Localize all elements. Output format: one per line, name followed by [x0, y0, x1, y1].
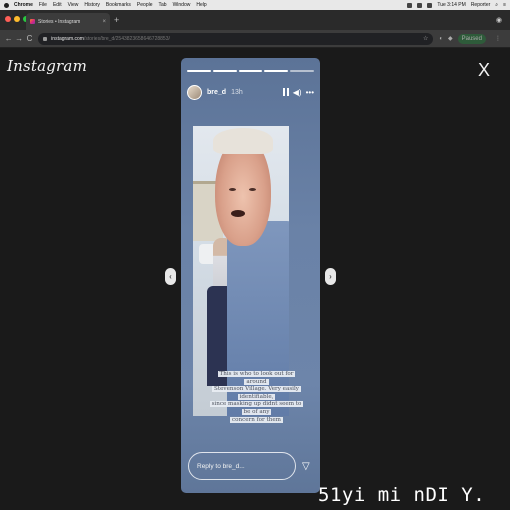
menu-people[interactable]: People: [137, 0, 153, 10]
previous-story-button[interactable]: ‹: [165, 268, 176, 285]
menu-tab[interactable]: Tab: [159, 0, 167, 10]
menu-app-name[interactable]: Chrome: [14, 0, 33, 10]
watermark-text: 51yi mi nDI Y. com: [318, 484, 486, 510]
user-name[interactable]: Reporter: [471, 2, 490, 8]
caption-line: Stevenson Village. Very easily identifia…: [212, 386, 301, 400]
menu-window[interactable]: Window: [173, 0, 191, 10]
close-window-icon[interactable]: [5, 16, 11, 22]
reply-input[interactable]: Reply to bre_d...: [188, 452, 296, 480]
chrome-menu-icon[interactable]: ⋮: [495, 35, 501, 42]
wifi-icon[interactable]: [417, 2, 423, 8]
reload-button[interactable]: C: [25, 34, 34, 43]
extension-icon-2[interactable]: ◆: [448, 35, 453, 42]
menu-view[interactable]: View: [68, 0, 79, 10]
story-progress-segment: [238, 70, 263, 72]
instagram-logo[interactable]: Instagram: [7, 57, 87, 75]
story-progress-bars: [187, 70, 314, 72]
macos-menu-bar: Chrome File Edit View History Bookmarks …: [0, 0, 510, 10]
story-username[interactable]: bre_d: [207, 89, 226, 96]
spotlight-icon[interactable]: ⌕: [495, 2, 498, 8]
story-controls: ◀) •••: [279, 88, 314, 97]
menu-history[interactable]: History: [84, 0, 100, 10]
browser-tab[interactable]: Stories • Instagram ×: [26, 13, 110, 30]
story-progress-segment: [187, 70, 211, 72]
caption-line: since masking up didnt seem to be of any: [209, 401, 304, 415]
forward-button[interactable]: →: [14, 34, 23, 43]
story-caption: This is who to look out for around Steve…: [206, 369, 307, 426]
back-button[interactable]: ←: [4, 34, 13, 43]
profile-icon[interactable]: ◉: [496, 16, 502, 24]
new-tab-button[interactable]: +: [114, 15, 119, 25]
story-card[interactable]: bre_d 13h ◀) ••• This is who to look out…: [181, 58, 320, 493]
close-story-icon[interactable]: X: [478, 61, 490, 79]
close-tab-icon[interactable]: ×: [102, 19, 106, 25]
reply-bar: Reply to bre_d... ▽: [188, 451, 314, 481]
story-progress-segment: [264, 70, 289, 72]
address-bar[interactable]: instagram.com /stories/bre_d/25438236586…: [38, 32, 434, 45]
pause-icon[interactable]: [282, 88, 289, 96]
menu-edit[interactable]: Edit: [53, 0, 62, 10]
menu-file[interactable]: File: [39, 0, 47, 10]
browser-toolbar: ← → C instagram.com /stories/bre_d/25438…: [0, 30, 510, 48]
caption-line: concern for them: [230, 416, 283, 423]
story-timestamp: 13h: [231, 88, 243, 96]
bookmark-star-icon[interactable]: ☆: [423, 35, 428, 42]
tab-strip: Stories • Instagram × + ◉: [0, 10, 510, 30]
next-story-button[interactable]: ›: [325, 268, 336, 285]
url-host: instagram.com: [51, 35, 84, 42]
minimize-window-icon[interactable]: [14, 16, 20, 22]
avatar[interactable]: [187, 84, 202, 100]
instagram-favicon-icon: [30, 19, 35, 24]
more-options-icon[interactable]: •••: [306, 88, 314, 97]
tab-title: Stories • Instagram: [38, 18, 81, 25]
story-progress-segment: [290, 70, 314, 72]
clock[interactable]: Tue 3:14 PM: [437, 2, 465, 8]
paused-profile-button[interactable]: Paused: [457, 33, 486, 44]
battery-icon[interactable]: [427, 2, 433, 8]
menu-list-icon[interactable]: ≡: [503, 2, 506, 8]
apple-icon[interactable]: [4, 2, 9, 8]
send-icon[interactable]: ▽: [302, 461, 310, 472]
extension-icon[interactable]: ◐: [439, 36, 443, 42]
man-mouth: [231, 210, 245, 217]
menu-bookmarks[interactable]: Bookmarks: [106, 0, 131, 10]
lock-icon[interactable]: [43, 36, 48, 41]
story-progress-segment: [212, 70, 237, 72]
menu-status-area: Tue 3:14 PM Reporter ⌕ ≡: [402, 2, 506, 8]
caption-line: This is who to look out for around: [217, 371, 296, 385]
story-header: bre_d 13h ◀) •••: [187, 82, 314, 102]
menu-help[interactable]: Help: [196, 0, 206, 10]
url-path: /stories/bre_d/2543823658646728853/: [83, 35, 170, 42]
story-viewer: Instagram X ‹ › bre_d 13h ◀) ••• This is…: [0, 48, 510, 510]
volume-icon[interactable]: ◀): [293, 88, 302, 97]
status-icon[interactable]: [407, 2, 413, 8]
extension-area: ◐ ◆ Paused ⋮: [439, 33, 506, 44]
man-hair: [213, 128, 273, 154]
